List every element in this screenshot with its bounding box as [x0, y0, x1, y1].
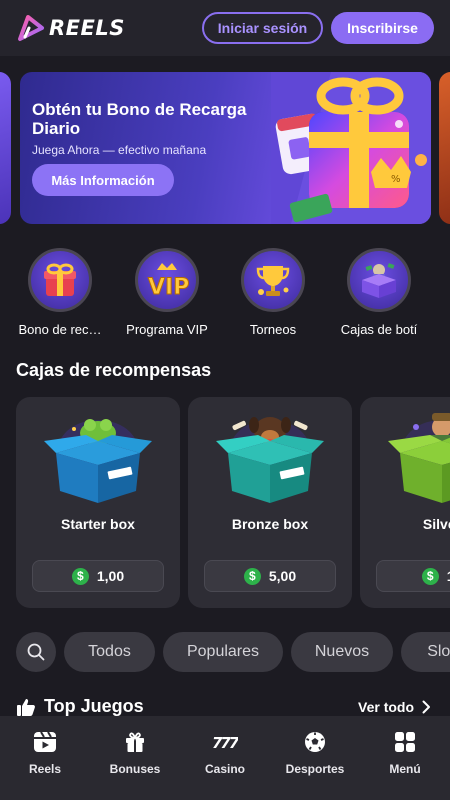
category-tournaments[interactable]: Torneos: [218, 248, 328, 337]
gift-icon: [122, 730, 148, 754]
rewards-section-title: Cajas de recompensas: [16, 360, 212, 380]
explorer-box-icon: [388, 413, 450, 503]
category-label: Torneos: [249, 322, 297, 337]
box-price-value: 1,00: [96, 568, 125, 584]
see-all-label: Ver todo: [358, 699, 415, 715]
search-button[interactable]: [16, 632, 56, 672]
banner-previous-slide[interactable]: [0, 72, 11, 224]
bottom-navigation: Reels Bonuses 777 Casino Desportes Menú: [0, 716, 450, 800]
nav-label: Bonuses: [109, 762, 161, 776]
reels-icon: [32, 730, 58, 754]
category-reload-bonus[interactable]: Bono de rec…: [5, 248, 115, 337]
top-header: REELS Iniciar sesión Inscribirse: [0, 0, 450, 56]
brand-logo[interactable]: REELS: [16, 13, 125, 43]
search-icon: [27, 643, 45, 661]
loot-box-icon: [347, 248, 411, 312]
dollar-coin-icon: $: [421, 567, 439, 585]
reels-logo-icon: [18, 15, 44, 41]
nav-label: Casino: [204, 762, 245, 776]
box-name: Silver: [422, 516, 450, 532]
filter-chip-all[interactable]: Todos: [64, 632, 155, 672]
svg-text:777: 777: [212, 734, 238, 752]
gift-box-illustration-icon: %: [271, 72, 431, 224]
filter-chip-slots[interactable]: Slot: [401, 632, 450, 672]
reward-box-card[interactable]: Silver $ 10: [360, 397, 450, 608]
trophy-icon: [241, 248, 305, 312]
nav-item-reels[interactable]: Reels: [0, 716, 90, 800]
game-filter-chips: Todos Populares Nuevos Slot: [16, 632, 450, 672]
category-vip-program[interactable]: VIP Programa VIP: [112, 248, 222, 337]
box-price-button[interactable]: $ 1,00: [32, 560, 164, 592]
vip-crown-icon: VIP: [135, 248, 199, 312]
banner-title: Obtén tu Bono de Recarga Diario: [32, 100, 247, 138]
box-price-value: 5,00: [268, 568, 297, 584]
gift-icon: [28, 248, 92, 312]
thumbs-up-icon: [17, 698, 35, 716]
nav-item-menu[interactable]: Menú: [360, 716, 450, 800]
category-label: Programa VIP: [126, 322, 208, 337]
logo-text: REELS: [49, 16, 125, 40]
dollar-coin-icon: $: [71, 567, 89, 585]
category-label: Bono de rec…: [18, 322, 102, 337]
banner-next-slide[interactable]: [439, 72, 450, 224]
chevron-right-icon: [422, 700, 431, 714]
nav-label: Desportes: [285, 762, 345, 776]
top-games-title: Top Juegos: [44, 696, 144, 716]
box-price-button[interactable]: $ 5,00: [204, 560, 336, 592]
box-name: Starter box: [61, 516, 135, 532]
box-name: Bronze box: [231, 516, 309, 532]
soccer-ball-icon: [302, 730, 328, 754]
frog-box-icon: [44, 419, 152, 503]
svg-text:VIP: VIP: [148, 275, 189, 300]
nav-item-sports[interactable]: Desportes: [270, 716, 360, 800]
signup-button[interactable]: Inscribirse: [331, 12, 434, 44]
category-label: Cajas de botí: [340, 322, 418, 337]
login-button[interactable]: Iniciar sesión: [202, 12, 323, 44]
more-info-button[interactable]: Más Información: [32, 164, 174, 196]
nav-item-casino[interactable]: 777 Casino: [180, 716, 270, 800]
nav-item-bonuses[interactable]: Bonuses: [90, 716, 180, 800]
top-games-header: Top Juegos: [16, 696, 144, 717]
filter-chip-new[interactable]: Nuevos: [291, 632, 393, 672]
dog-box-icon: [216, 417, 324, 503]
slots-777-icon: 777: [212, 730, 238, 754]
box-price-button[interactable]: $ 10: [376, 560, 450, 592]
filter-chip-popular[interactable]: Populares: [163, 632, 283, 672]
category-shortcuts: Bono de rec… VIP Programa VIP Torneos Ca…: [0, 248, 450, 340]
nav-label: Menú: [389, 762, 421, 776]
app-page: REELS Iniciar sesión Inscribirse Obtén t…: [0, 0, 450, 800]
category-loot-boxes[interactable]: Cajas de botí: [324, 248, 434, 337]
svg-text:%: %: [391, 174, 401, 185]
dollar-coin-icon: $: [243, 567, 261, 585]
promo-banner[interactable]: Obtén tu Bono de Recarga Diario Juega Ah…: [20, 72, 431, 224]
reward-box-card[interactable]: Starter box $ 1,00: [16, 397, 180, 608]
nav-label: Reels: [28, 762, 62, 776]
reward-box-card[interactable]: Bronze box $ 5,00: [188, 397, 352, 608]
grid-menu-icon: [392, 730, 418, 754]
banner-subtitle: Juega Ahora — efectivo mañana: [32, 143, 207, 157]
see-all-link[interactable]: Ver todo: [358, 699, 431, 715]
